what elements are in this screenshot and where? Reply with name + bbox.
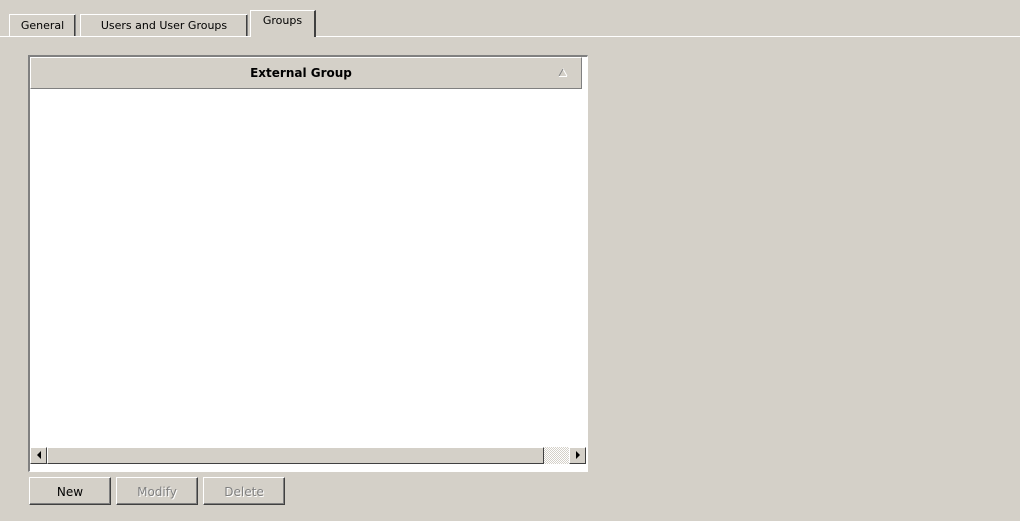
column-header-label: External Group bbox=[250, 66, 352, 80]
tab-strip-divider bbox=[0, 36, 1020, 37]
list-body[interactable] bbox=[30, 89, 586, 447]
scrollbar-track[interactable] bbox=[544, 447, 569, 464]
scroll-left-button[interactable] bbox=[30, 447, 47, 464]
scroll-right-arrow-icon bbox=[576, 451, 580, 459]
scroll-left-arrow-icon bbox=[37, 451, 41, 459]
scroll-right-button[interactable] bbox=[569, 447, 586, 464]
modify-button[interactable]: Modify bbox=[116, 477, 198, 505]
tab-strip: General Users and User Groups Groups bbox=[0, 0, 1020, 37]
new-button[interactable]: New bbox=[29, 477, 111, 505]
tab-general[interactable]: General bbox=[9, 14, 76, 36]
delete-button[interactable]: Delete bbox=[203, 477, 285, 505]
horizontal-scrollbar[interactable] bbox=[30, 447, 586, 464]
sort-ascending-icon bbox=[558, 68, 568, 77]
tab-groups[interactable]: Groups bbox=[250, 10, 316, 37]
scrollbar-thumb[interactable] bbox=[47, 447, 544, 464]
external-groups-list[interactable]: External Group bbox=[28, 55, 588, 472]
column-header-external-group[interactable]: External Group bbox=[30, 57, 582, 89]
tab-users-and-user-groups[interactable]: Users and User Groups bbox=[80, 14, 248, 36]
